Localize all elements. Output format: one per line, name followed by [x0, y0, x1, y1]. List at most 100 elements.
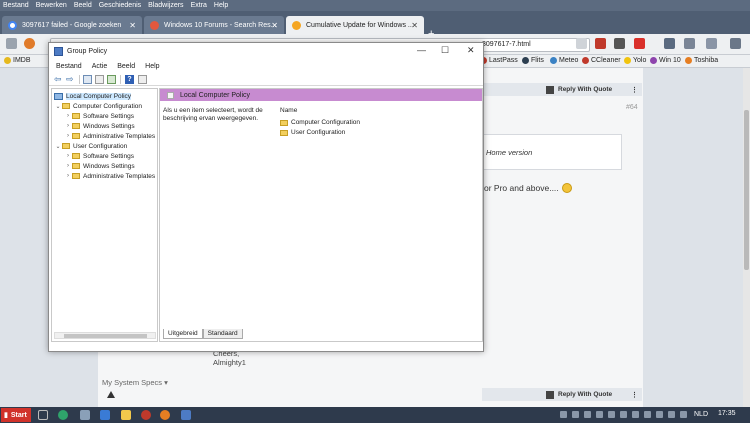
tree-item-administrative-templates[interactable]: › Administrative Templates	[64, 131, 155, 141]
tree-item-user-windows-settings[interactable]: › Windows Settings	[64, 161, 135, 171]
back-icon[interactable]	[6, 38, 17, 49]
menu-beeld[interactable]: Beeld	[117, 63, 135, 70]
show-tree-icon[interactable]	[83, 75, 92, 84]
menu-bestand[interactable]: Bestand	[3, 2, 29, 9]
bookmark-meteo[interactable]: Meteo	[550, 57, 578, 64]
tree-item-windows-settings[interactable]: › Windows Settings	[64, 121, 135, 131]
tray-icon[interactable]	[656, 411, 663, 418]
collapse-arrow-icon[interactable]: ⌄	[54, 143, 62, 150]
expand-arrow-icon[interactable]: ›	[64, 163, 72, 169]
menu-bestand[interactable]: Bestand	[56, 63, 82, 70]
window-titlebar[interactable]: Group Policy — ☐ ✕	[49, 43, 483, 59]
tree-item-user-software-settings[interactable]: › Software Settings	[64, 151, 134, 161]
tab-google-search[interactable]: 3097617 failed - Google zoeken ✕	[2, 16, 142, 34]
bookmark-win10[interactable]: Win 10	[650, 57, 681, 64]
edge-icon[interactable]	[100, 410, 110, 420]
tab-cumulative-update[interactable]: Cumulative Update for Windows ... ✕	[286, 16, 424, 34]
adblock-icon[interactable]	[634, 38, 645, 49]
cortana-icon[interactable]	[58, 410, 68, 420]
menu-help[interactable]: Help	[214, 2, 228, 9]
tray-icon[interactable]	[608, 411, 615, 418]
file-explorer-icon[interactable]	[121, 410, 131, 420]
menu-bladwijzers[interactable]: Bladwijzers	[148, 2, 183, 9]
tray-icon[interactable]	[596, 411, 603, 418]
scrollbar-thumb[interactable]	[64, 334, 147, 338]
tree-horizontal-scrollbar[interactable]	[54, 332, 156, 339]
expand-arrow-icon[interactable]: ›	[64, 133, 72, 139]
bookmark-flits[interactable]: Flits	[522, 57, 544, 64]
expand-arrow-icon[interactable]: ›	[64, 153, 72, 159]
tray-icon[interactable]	[668, 411, 675, 418]
reply-with-quote-button[interactable]: Reply With Quote	[558, 86, 612, 93]
reply-with-quote-button[interactable]: Reply With Quote	[558, 391, 612, 398]
tree-item-computer-configuration[interactable]: ⌄ Computer Configuration	[54, 101, 142, 111]
extension-icon[interactable]	[614, 38, 625, 49]
menu-bewerken[interactable]: Bewerken	[36, 2, 67, 9]
menu-beeld[interactable]: Beeld	[74, 2, 92, 9]
opera-icon[interactable]	[141, 410, 151, 420]
tab-standaard[interactable]: Standaard	[202, 329, 243, 339]
tree-item-user-administrative-templates[interactable]: › Administrative Templates	[64, 171, 155, 181]
bookmark-imdb[interactable]: IMDB	[4, 57, 31, 64]
list-item-user-configuration[interactable]: User Configuration	[280, 128, 345, 137]
list-item-computer-configuration[interactable]: Computer Configuration	[280, 118, 360, 127]
start-button[interactable]: ▮ Start	[1, 408, 31, 422]
clock[interactable]: 17:35	[718, 410, 736, 417]
post-number[interactable]: #64	[626, 104, 638, 111]
bookmark-yolo[interactable]: Yolo	[624, 57, 646, 64]
minimize-icon[interactable]: —	[417, 45, 426, 55]
tray-icon[interactable]	[572, 411, 579, 418]
tree-item-software-settings[interactable]: › Software Settings	[64, 111, 134, 121]
tab-uitgebreid[interactable]: Uitgebreid	[163, 329, 203, 339]
reload-icon[interactable]	[576, 38, 587, 49]
stop-icon[interactable]	[24, 38, 35, 49]
tray-icon[interactable]	[680, 411, 687, 418]
expand-arrow-icon[interactable]: ›	[64, 113, 72, 119]
menu-geschiedenis[interactable]: Geschiedenis	[99, 2, 141, 9]
forward-arrow-icon[interactable]: ⇨	[66, 75, 75, 84]
task-view-icon[interactable]	[80, 410, 90, 420]
tray-icon[interactable]	[620, 411, 627, 418]
menu-actie[interactable]: Actie	[92, 63, 108, 70]
tree-item-user-configuration[interactable]: ⌄ User Configuration	[54, 141, 127, 151]
view-icon[interactable]	[138, 75, 147, 84]
export-list-icon[interactable]	[107, 75, 116, 84]
close-icon[interactable]: ✕	[467, 45, 475, 56]
bookmark-lastpass[interactable]: LastPass	[480, 57, 518, 64]
page-scroll-thumb[interactable]	[744, 110, 749, 270]
help-icon[interactable]: ?	[125, 75, 134, 84]
properties-icon[interactable]	[95, 75, 104, 84]
column-header-name[interactable]: Name	[280, 107, 297, 114]
report-icon[interactable]	[107, 391, 115, 398]
tray-icon[interactable]	[560, 411, 567, 418]
close-tab-icon[interactable]: ✕	[129, 21, 136, 30]
more-options-icon[interactable]: ⋮	[631, 86, 638, 94]
expand-arrow-icon[interactable]: ›	[64, 123, 72, 129]
language-indicator[interactable]: NLD	[694, 411, 708, 418]
tray-icon[interactable]	[584, 411, 591, 418]
hamburger-menu-icon[interactable]	[730, 38, 741, 49]
group-policy-taskbar-icon[interactable]	[181, 410, 191, 420]
search-icon[interactable]	[38, 410, 48, 420]
maximize-icon[interactable]: ☐	[441, 45, 449, 56]
bookmark-toshiba[interactable]: Toshiba	[685, 57, 718, 64]
system-specs-link[interactable]: My System Specs ▾	[102, 378, 168, 387]
expand-arrow-icon[interactable]: ›	[64, 173, 72, 179]
close-tab-icon[interactable]: ✕	[271, 21, 278, 30]
close-tab-icon[interactable]: ✕	[411, 21, 418, 30]
tray-icon[interactable]	[632, 411, 639, 418]
firefox-icon[interactable]	[160, 410, 170, 420]
back-arrow-icon[interactable]: ⇦	[54, 75, 63, 84]
library-icon[interactable]	[684, 38, 695, 49]
lastpass-icon[interactable]	[595, 38, 606, 49]
tree-item-local-computer-policy[interactable]: Local Computer Policy	[54, 91, 132, 101]
tray-icon[interactable]	[644, 411, 651, 418]
tab-forum-search[interactable]: Windows 10 Forums - Search Res... ✕	[144, 16, 284, 34]
menu-help[interactable]: Help	[145, 63, 159, 70]
bookmark-ccleaner[interactable]: CCleaner	[582, 57, 621, 64]
menu-extra[interactable]: Extra	[191, 2, 207, 9]
more-options-icon[interactable]: ⋮	[631, 391, 638, 399]
collapse-arrow-icon[interactable]: ⌄	[54, 103, 62, 110]
bookmark-icon[interactable]	[664, 38, 675, 49]
home-icon[interactable]	[706, 38, 717, 49]
